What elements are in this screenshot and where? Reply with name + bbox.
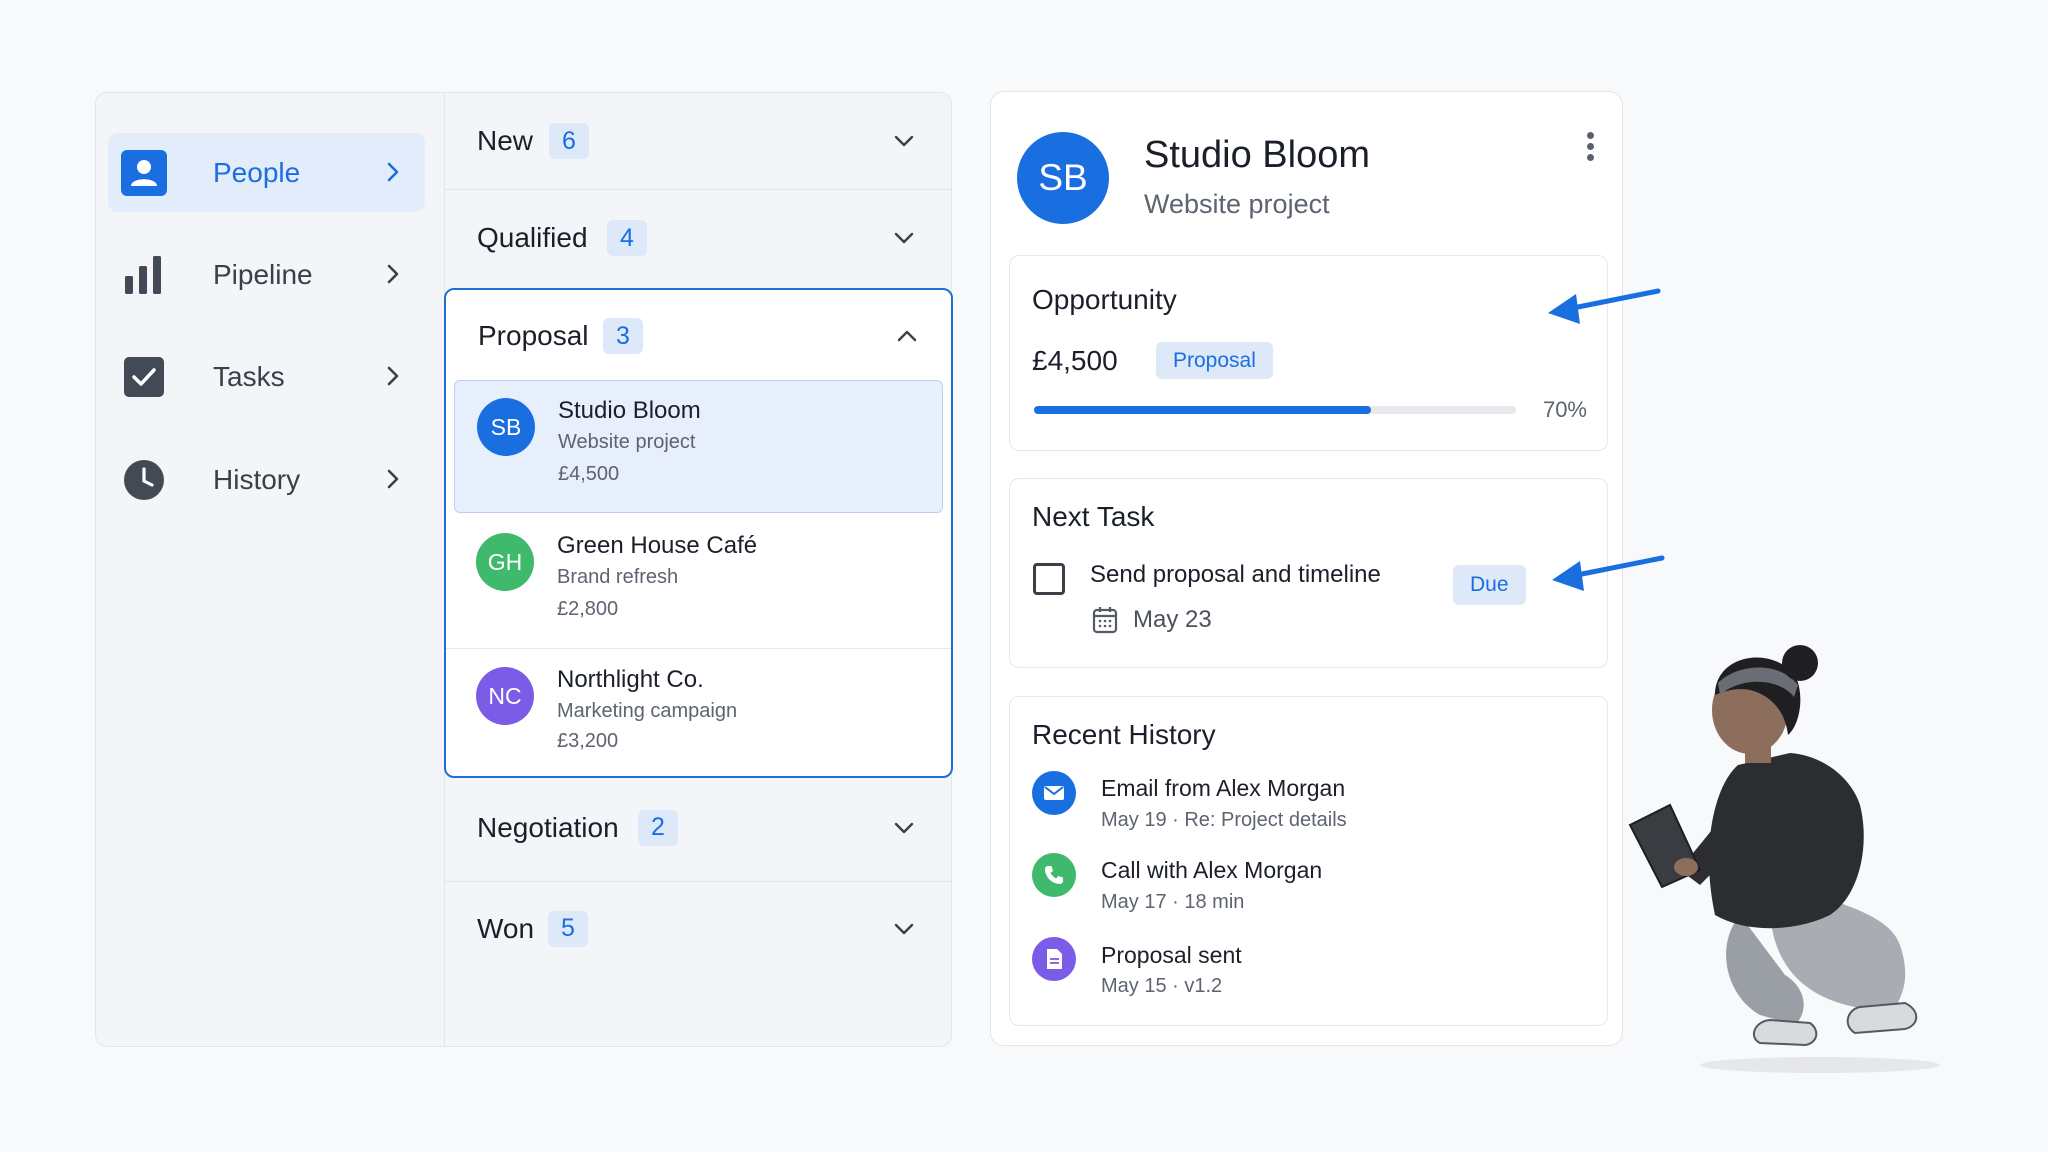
deal-name: Studio Bloom	[558, 397, 701, 424]
deal-card-studio-bloom[interactable]: SB Studio Bloom Website project £4,500	[454, 380, 943, 513]
next-task-card: Next Task Send proposal and timeline Due…	[1009, 478, 1608, 668]
deal-name: Green House Café	[557, 532, 758, 559]
deal-value: £3,200	[557, 730, 619, 752]
page-subtitle: Website project	[1144, 189, 1330, 219]
opportunity-card: Opportunity £4,500 Proposal 70%	[1009, 255, 1608, 451]
deal-project: Marketing campaign	[557, 700, 738, 722]
card-heading: Opportunity	[1032, 284, 1177, 315]
person-illustration	[1628, 645, 1940, 1073]
bar-chart-icon	[120, 251, 168, 299]
chevron-up-icon	[897, 330, 917, 342]
stage-qualified[interactable]: Qualified 4	[445, 190, 951, 286]
stage-new[interactable]: New 6	[445, 93, 951, 189]
clock-icon	[120, 456, 168, 504]
sidebar-item-people[interactable]: People	[108, 133, 425, 212]
deal-project: Website project	[558, 431, 696, 453]
sidebar-item-label: History	[213, 463, 301, 495]
mail-icon	[1032, 771, 1076, 815]
task-due-date: May 23	[1133, 606, 1212, 633]
progress-bar-fill	[1034, 406, 1372, 414]
phone-icon	[1032, 853, 1076, 897]
deal-value: £4,500	[558, 463, 620, 485]
stage-count-badge: 2	[638, 809, 678, 846]
stage-name: Qualified	[477, 222, 588, 253]
stage-won[interactable]: Won 5	[445, 882, 951, 975]
chevron-down-icon	[894, 232, 914, 244]
chevron-right-icon	[387, 366, 399, 386]
stage-name: Negotiation	[477, 811, 619, 843]
pipeline-list: New 6 Qualified 4 Proposal 3 SB Studio B…	[444, 92, 953, 1047]
annotation-arrow-icon	[1552, 555, 1665, 591]
chevron-down-icon	[894, 822, 914, 833]
history-meta: May 19 · Re: Project details	[1101, 809, 1347, 831]
sidebar-item-history[interactable]: History	[108, 440, 425, 519]
progress-bar	[1034, 406, 1516, 414]
card-heading: Next Task	[1032, 501, 1155, 532]
person-icon	[120, 149, 168, 197]
deal-card-northlight[interactable]: NC Northlight Co. Marketing campaign £3,…	[454, 650, 943, 783]
deal-detail-panel: SB Studio Bloom Website project Opportun…	[990, 91, 1623, 1046]
stage-name: New	[477, 125, 534, 156]
chevron-right-icon	[387, 469, 399, 489]
sidebar-item-pipeline[interactable]: Pipeline	[108, 235, 425, 314]
annotation-arrow-icon	[1548, 288, 1661, 324]
stage-negotiation[interactable]: Negotiation 2	[445, 781, 951, 874]
history-title: Email from Alex Morgan	[1101, 775, 1346, 801]
avatar: GH	[476, 533, 534, 591]
stage-count-badge: 3	[603, 318, 643, 354]
stage-name: Won	[477, 912, 535, 944]
more-options-icon[interactable]	[1582, 128, 1598, 168]
page-title: Studio Bloom	[1144, 134, 1371, 176]
divider	[446, 648, 951, 649]
opportunity-amount: £4,500	[1032, 345, 1118, 376]
chevron-down-icon	[894, 923, 914, 934]
deal-value: £2,800	[557, 598, 619, 620]
history-meta: May 17 · 18 min	[1101, 891, 1245, 913]
stage-proposal[interactable]: Proposal 3	[446, 290, 952, 382]
stage-count-badge: 6	[549, 123, 589, 159]
checkbox-icon	[120, 353, 168, 401]
history-meta: May 15 · v1.2	[1101, 975, 1223, 997]
document-icon	[1032, 937, 1076, 981]
sidebar-item-label: Tasks	[213, 360, 285, 392]
stage-name: Proposal	[478, 320, 589, 351]
history-title: Call with Alex Morgan	[1101, 857, 1323, 883]
stage-proposal-expanded: Proposal 3 SB Studio Bloom Website proje…	[444, 288, 953, 778]
card-heading: Recent History	[1032, 719, 1216, 750]
deal-card-green-house[interactable]: GH Green House Café Brand refresh £2,800	[454, 516, 943, 649]
history-title: Proposal sent	[1101, 942, 1242, 968]
deal-project: Brand refresh	[557, 566, 679, 588]
recent-history-card: Recent History Email from Alex Morgan Ma…	[1009, 696, 1608, 1026]
deal-name: Northlight Co.	[557, 666, 704, 693]
stage-badge: Proposal	[1156, 342, 1273, 379]
sidebar-item-label: Pipeline	[213, 258, 313, 290]
task-checkbox[interactable]	[1033, 563, 1065, 595]
stage-count-badge: 5	[548, 910, 588, 947]
avatar: SB	[477, 398, 535, 456]
task-title: Send proposal and timeline	[1090, 561, 1381, 588]
sidebar-item-label: People	[213, 156, 301, 188]
chevron-right-icon	[387, 162, 399, 182]
calendar-icon	[1092, 607, 1118, 634]
avatar: SB	[1017, 132, 1109, 224]
chevron-right-icon	[387, 264, 399, 284]
status-badge: Due	[1453, 565, 1526, 605]
progress-percent: 70%	[1542, 397, 1587, 422]
chevron-down-icon	[894, 135, 914, 147]
avatar: NC	[476, 667, 534, 725]
stage-count-badge: 4	[607, 220, 647, 256]
sidebar-item-tasks[interactable]: Tasks	[108, 337, 425, 416]
sidebar-nav: People Pipeline Tasks History	[95, 92, 444, 1047]
